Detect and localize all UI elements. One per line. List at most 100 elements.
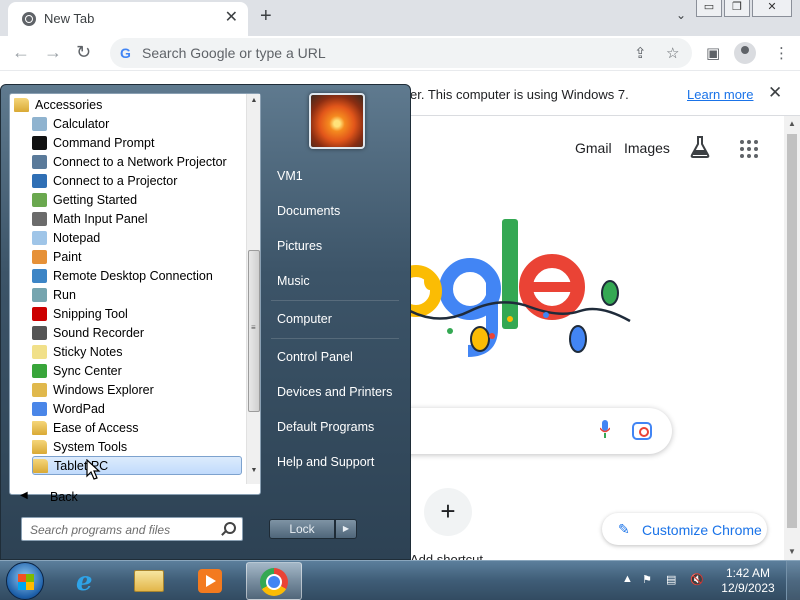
start-item-pictures[interactable]: Pictures <box>277 239 322 253</box>
scrollbar-thumb[interactable] <box>787 134 797 528</box>
program-item-label: Windows Explorer <box>53 382 154 397</box>
start-orb-button[interactable] <box>6 562 44 600</box>
program-item[interactable]: WordPad <box>32 399 242 418</box>
learn-more-link[interactable]: Learn more <box>687 87 753 102</box>
show-hidden-icons-arrow-icon[interactable]: ▲ <box>622 573 633 585</box>
start-item-vm1[interactable]: VM1 <box>277 169 303 183</box>
chrome-icon <box>260 568 288 596</box>
chrome-menu-icon[interactable]: ⋮ <box>774 44 789 62</box>
wordpad-icon <box>32 401 47 416</box>
minimize-button[interactable]: ▭ <box>696 0 722 17</box>
scroll-down-arrow-icon[interactable]: ▼ <box>784 544 800 560</box>
back-button[interactable]: ◀ Back <box>10 486 260 508</box>
program-item-label: Getting Started <box>53 192 138 207</box>
google-doodle[interactable] <box>380 211 640 361</box>
scroll-down-arrow-icon[interactable]: ▼ <box>247 464 261 478</box>
media-player-icon <box>198 569 222 593</box>
program-item[interactable]: Sync Center <box>32 361 242 380</box>
program-item[interactable]: Paint <box>32 247 242 266</box>
program-item[interactable]: Accessories <box>14 95 242 114</box>
taskbar-google-chrome[interactable] <box>246 562 302 600</box>
close-window-button[interactable]: ✕ <box>752 0 792 17</box>
program-item[interactable]: Getting Started <box>32 190 242 209</box>
gmail-link[interactable]: Gmail <box>575 140 612 156</box>
system-clock[interactable]: 1:42 AM 12/9/2023 <box>716 566 780 596</box>
labs-flask-icon[interactable] <box>690 136 710 158</box>
infobar-close-icon[interactable]: ✕ <box>768 83 782 103</box>
side-panel-icon[interactable]: ▣ <box>706 44 720 62</box>
search-icon[interactable] <box>224 522 236 534</box>
taskbar-internet-explorer[interactable]: e <box>62 562 118 600</box>
program-item[interactable]: Run <box>32 285 242 304</box>
start-item-computer[interactable]: Computer <box>277 312 332 326</box>
lock-button[interactable]: Lock <box>269 519 335 539</box>
network-icon[interactable]: ▤ <box>666 573 676 586</box>
customize-chrome-button[interactable]: ✎ Customize Chrome <box>602 513 767 545</box>
action-center-flag-icon[interactable]: ⚑ <box>642 573 652 586</box>
start-item-default-programs[interactable]: Default Programs <box>277 420 374 434</box>
program-item[interactable]: Snipping Tool <box>32 304 242 323</box>
program-item[interactable]: Ease of Access <box>32 418 242 437</box>
program-item[interactable]: System Tools <box>32 437 242 456</box>
sync-center-icon <box>32 363 47 378</box>
user-picture-flower[interactable] <box>309 93 365 149</box>
programs-scrollbar-thumb[interactable]: ≡ <box>248 250 260 412</box>
add-shortcut-button[interactable]: + <box>424 488 472 536</box>
forward-arrow-icon[interactable]: → <box>44 42 62 62</box>
omnibox[interactable]: G Search Google or type a URL ⇪ ☆ <box>110 38 692 68</box>
program-item[interactable]: Windows Explorer <box>32 380 242 399</box>
calculator-icon <box>32 116 47 131</box>
scroll-up-arrow-icon[interactable]: ▲ <box>247 94 261 108</box>
window-controls: ▭ ❐ ✕ <box>696 0 792 17</box>
page-scrollbar[interactable]: ▲ ▼ <box>784 116 800 560</box>
program-item-label: Sticky Notes <box>53 344 123 359</box>
programs-scrollbar[interactable]: ▲ ≡ ▼ <box>246 94 260 484</box>
program-item[interactable]: Notepad <box>32 228 242 247</box>
program-item-label: Ease of Access <box>53 420 139 435</box>
tab-search-chevron-icon[interactable]: ⌄ <box>676 8 686 22</box>
tab-close-icon[interactable]: ✕ <box>225 9 238 27</box>
share-icon[interactable]: ⇪ <box>634 44 647 62</box>
taskbar-windows-explorer[interactable] <box>122 562 178 600</box>
program-item[interactable]: Math Input Panel <box>32 209 242 228</box>
google-lens-icon[interactable] <box>632 422 652 440</box>
back-label: Back <box>50 490 78 504</box>
back-triangle-icon: ◀ <box>20 490 28 501</box>
scroll-up-arrow-icon[interactable]: ▲ <box>784 116 800 132</box>
program-item-label: Connect to a Network Projector <box>53 154 227 169</box>
start-item-help-and-support[interactable]: Help and Support <box>277 455 374 469</box>
program-item[interactable]: Sound Recorder <box>32 323 242 342</box>
tab-strip: New Tab ✕ + ⌄ ▭ ❐ ✕ <box>0 0 800 36</box>
start-item-devices-and-printers[interactable]: Devices and Printers <box>277 385 392 399</box>
program-item[interactable]: Remote Desktop Connection <box>32 266 242 285</box>
reload-icon[interactable]: ↻ <box>76 42 91 62</box>
program-item[interactable]: Connect to a Network Projector <box>32 152 242 171</box>
sticky-notes-icon <box>32 344 47 359</box>
shutdown-options-arrow-icon[interactable]: ▶ <box>335 519 357 539</box>
command-prompt-icon <box>32 135 47 150</box>
show-desktop-button[interactable] <box>786 561 800 600</box>
profile-avatar-icon[interactable] <box>734 42 756 64</box>
taskbar-media-player[interactable] <box>182 562 238 600</box>
start-item-control-panel[interactable]: Control Panel <box>277 350 353 364</box>
program-item[interactable]: Tablet PC <box>32 456 242 475</box>
program-item[interactable]: Calculator <box>32 114 242 133</box>
new-tab-button[interactable]: + <box>260 5 272 27</box>
bookmark-star-icon[interactable]: ☆ <box>666 44 679 62</box>
voice-search-mic-icon[interactable] <box>600 420 610 438</box>
back-arrow-icon[interactable]: ← <box>12 42 30 62</box>
images-link[interactable]: Images <box>624 140 670 156</box>
start-search-placeholder[interactable]: Search programs and files <box>30 523 170 537</box>
program-item[interactable]: Sticky Notes <box>32 342 242 361</box>
pencil-icon: ✎ <box>618 521 630 537</box>
restore-button[interactable]: ❐ <box>724 0 750 17</box>
start-search-input[interactable]: Search programs and files <box>21 517 243 541</box>
tab-new-tab[interactable]: New Tab ✕ <box>8 2 248 36</box>
omnibox-placeholder[interactable]: Search Google or type a URL <box>142 45 326 61</box>
start-item-documents[interactable]: Documents <box>277 204 340 218</box>
volume-muted-icon[interactable]: 🔇 <box>690 573 704 586</box>
program-item[interactable]: Command Prompt <box>32 133 242 152</box>
google-apps-icon[interactable] <box>740 140 758 158</box>
program-item[interactable]: Connect to a Projector <box>32 171 242 190</box>
start-item-music[interactable]: Music <box>277 274 310 288</box>
